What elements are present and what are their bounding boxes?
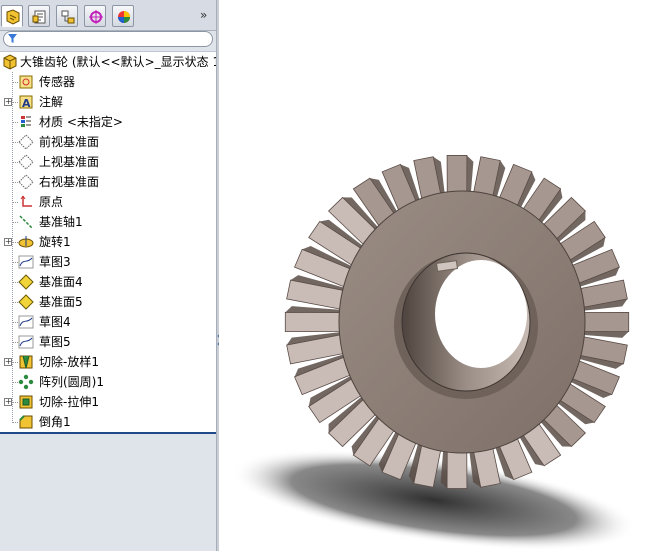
tree-item-label: 基准轴1 (39, 215, 83, 229)
sensors-icon (19, 75, 33, 89)
configuration-manager-icon (61, 10, 75, 24)
tree-item[interactable]: 阵列(圆周)1 (0, 372, 216, 392)
tree-item[interactable]: 草图5 (0, 332, 216, 352)
plane-icon (18, 134, 34, 150)
more-tabs-button[interactable]: » (200, 8, 207, 22)
filter-icon (8, 34, 17, 43)
tab-configuration-manager[interactable] (56, 5, 78, 27)
expand-toggle-icon[interactable]: + (4, 398, 12, 406)
tree-item-label: 旋转1 (39, 235, 71, 249)
tree-item[interactable]: 上视基准面 (0, 152, 216, 172)
tab-property-manager[interactable] (28, 5, 50, 27)
tree-item-label: 切除-拉伸1 (39, 395, 99, 409)
revolve-icon (18, 236, 34, 248)
tree-item-label: 上视基准面 (39, 155, 100, 169)
tree-item-label: 原点 (39, 195, 64, 209)
tree-item[interactable]: 基准面4 (0, 272, 216, 292)
part-icon (3, 54, 17, 70)
tab-dimxpert-manager[interactable] (84, 5, 106, 27)
material-icon (21, 116, 31, 127)
sketch-icon (18, 255, 34, 269)
tree-item[interactable]: 草图4 (0, 312, 216, 332)
tree-item-label: 阵列(圆周)1 (39, 375, 104, 389)
cut-extrude-icon (19, 395, 33, 409)
tree-item-label: 注解 (39, 95, 64, 109)
tree-item[interactable]: + A 注解 (0, 92, 216, 112)
plane-icon (18, 174, 34, 190)
tree-bottom-border (0, 432, 216, 434)
svg-text:A: A (22, 97, 31, 110)
expand-toggle-icon[interactable]: + (4, 238, 12, 246)
gear-bore-through (435, 260, 527, 368)
tree-item[interactable]: 传感器 (0, 72, 216, 92)
tree-item-label: 传感器 (39, 75, 76, 89)
ref-plane-icon (18, 294, 34, 310)
tree-root-item[interactable]: 大锥齿轮 (默认<<默认>_显示状态 1 (0, 52, 216, 72)
tree-item-label: 前视基准面 (39, 135, 100, 149)
tree-item-label: 草图5 (39, 335, 71, 349)
annotations-icon: A (19, 95, 33, 110)
tree-item[interactable]: 草图3 (0, 252, 216, 272)
expand-toggle-icon[interactable]: + (4, 358, 12, 366)
tree-item[interactable]: 原点 (0, 192, 216, 212)
tree-item-label: 草图3 (39, 255, 71, 269)
tree-item-label: 大锥齿轮 (默认<<默认>_显示状态 1 (20, 55, 216, 69)
tree-item[interactable]: + 旋转1 (0, 232, 216, 252)
gear-tooth (284, 311, 340, 333)
bevel-gear-model (230, 155, 638, 551)
axis-icon (19, 215, 33, 229)
tree-item[interactable]: 基准轴1 (0, 212, 216, 232)
feature-manager-icon (6, 9, 20, 25)
tree-item-label: 倒角1 (39, 415, 71, 429)
cut-loft-icon (19, 355, 33, 369)
tree-item-label: 基准面5 (39, 295, 83, 309)
tree-item[interactable]: 材质 <未指定> (0, 112, 216, 132)
feature-filter-field[interactable] (3, 31, 213, 47)
display-manager-icon (118, 11, 130, 23)
tree-item-label: 基准面4 (39, 275, 83, 289)
tree-item[interactable]: + 切除-拉伸1 (0, 392, 216, 412)
tree-item[interactable]: 前视基准面 (0, 132, 216, 152)
tree-item-label: 草图4 (39, 315, 71, 329)
dimxpert-icon (89, 10, 103, 24)
manager-tabs: » (0, 0, 216, 31)
tab-display-manager[interactable] (112, 5, 134, 27)
tab-feature-manager[interactable] (1, 5, 23, 27)
sketch-icon (18, 315, 34, 329)
expand-toggle-icon[interactable]: + (4, 98, 12, 106)
plane-icon (18, 154, 34, 170)
property-manager-icon (32, 10, 46, 24)
circular-pattern-icon (18, 374, 34, 390)
tree-item-label: 材质 <未指定> (39, 115, 123, 129)
tree-item[interactable]: 右视基准面 (0, 172, 216, 192)
tree-item-label: 右视基准面 (39, 175, 100, 189)
graphics-area[interactable] (219, 0, 662, 551)
chamfer-icon (19, 415, 33, 429)
origin-icon (20, 195, 32, 207)
feature-manager-panel: » 大锥齿轮 (默认<<默认>_显示状态 1 传感器 + A 注解材质 <未指定> 前视基… (0, 0, 216, 551)
tree-item-label: 切除-放样1 (39, 355, 99, 369)
tree-item[interactable]: 基准面5 (0, 292, 216, 312)
tree-item[interactable]: 倒角1 (0, 412, 216, 432)
tree-item[interactable]: + 切除-放样1 (0, 352, 216, 372)
ref-plane-icon (18, 274, 34, 290)
feature-tree: 大锥齿轮 (默认<<默认>_显示状态 1 传感器 + A 注解材质 <未指定> 前视基准面… (0, 51, 216, 434)
sketch-icon (18, 335, 34, 349)
